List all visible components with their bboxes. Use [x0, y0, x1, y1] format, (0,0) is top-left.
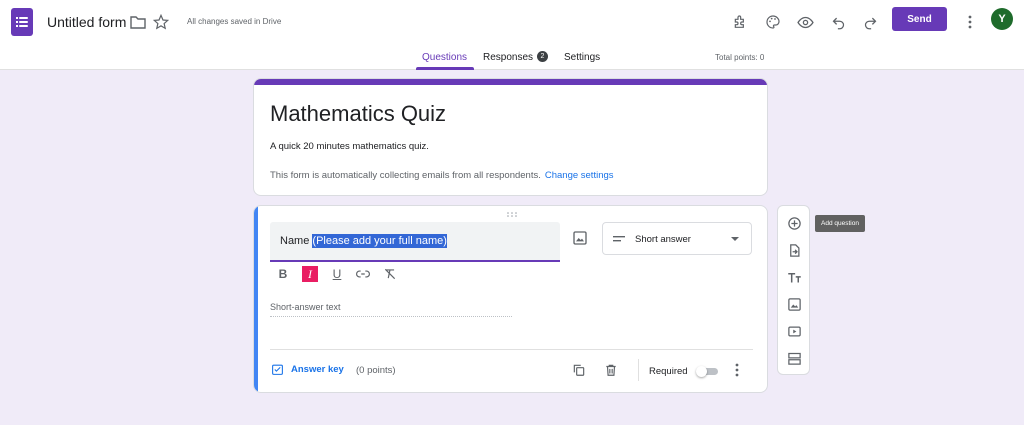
- question-title-selection: (Please add your full name): [312, 234, 447, 248]
- undo-icon[interactable]: [829, 13, 847, 31]
- add-image-icon[interactable]: [572, 230, 588, 246]
- active-tab-indicator: [416, 67, 474, 70]
- palette-icon[interactable]: [764, 13, 782, 31]
- send-button[interactable]: Send: [892, 7, 947, 31]
- preview-eye-icon[interactable]: [796, 13, 814, 31]
- folder-icon[interactable]: [129, 13, 147, 31]
- question-points: (0 points): [356, 365, 396, 376]
- bold-icon[interactable]: B: [275, 266, 291, 282]
- total-points: Total points: 0: [715, 53, 765, 62]
- add-question-icon[interactable]: [786, 215, 803, 232]
- change-settings-link[interactable]: Change settings: [545, 170, 614, 181]
- question-card[interactable]: Name (Please add your full name) Short a…: [253, 205, 768, 393]
- short-answer-icon: [613, 236, 625, 242]
- required-toggle[interactable]: [696, 366, 720, 377]
- theme-accent-bar: [254, 79, 767, 85]
- email-collection-note: This form is automatically collecting em…: [270, 170, 614, 181]
- email-note-text: This form is automatically collecting em…: [270, 170, 541, 181]
- question-type-label: Short answer: [635, 234, 691, 245]
- question-title-text: Name (Please add your full name): [280, 234, 447, 248]
- dropdown-arrow-icon: [731, 237, 739, 241]
- redo-icon[interactable]: [861, 13, 879, 31]
- duplicate-icon[interactable]: [572, 363, 586, 377]
- quiz-title[interactable]: Mathematics Quiz: [270, 101, 446, 127]
- clear-formatting-icon[interactable]: [382, 266, 398, 282]
- side-toolbar: [777, 205, 810, 375]
- answer-key-icon[interactable]: [271, 363, 284, 376]
- tab-responses[interactable]: Responses: [483, 52, 533, 63]
- answer-key-button[interactable]: Answer key: [291, 364, 344, 375]
- account-avatar[interactable]: Y: [991, 8, 1013, 30]
- quiz-description[interactable]: A quick 20 minutes mathematics quiz.: [270, 141, 429, 152]
- delete-icon[interactable]: [604, 363, 618, 377]
- tab-questions[interactable]: Questions: [422, 52, 467, 63]
- required-label: Required: [649, 366, 688, 377]
- addons-puzzle-icon[interactable]: [731, 13, 749, 31]
- underline-icon[interactable]: U: [329, 266, 345, 282]
- add-question-tooltip: Add question: [815, 215, 865, 232]
- tab-settings[interactable]: Settings: [564, 52, 600, 63]
- import-questions-icon[interactable]: [786, 242, 803, 259]
- more-vert-icon[interactable]: [961, 13, 979, 31]
- toggle-knob: [696, 366, 707, 377]
- question-footer-divider: [270, 349, 753, 350]
- more-options-icon[interactable]: [734, 363, 740, 377]
- question-title-plain: Name: [280, 235, 310, 247]
- save-status: All changes saved in Drive: [187, 17, 282, 26]
- add-image-side-icon[interactable]: [786, 296, 803, 313]
- responses-count-badge: 2: [537, 51, 548, 62]
- add-title-description-icon[interactable]: [786, 269, 803, 286]
- add-section-icon[interactable]: [786, 350, 803, 367]
- short-answer-placeholder: Short-answer text: [270, 302, 512, 317]
- question-type-select[interactable]: Short answer: [602, 222, 752, 255]
- app-header: Untitled form All changes saved in Drive…: [0, 0, 1024, 70]
- italic-icon[interactable]: I: [302, 266, 318, 282]
- form-title-card[interactable]: Mathematics Quiz A quick 20 minutes math…: [253, 78, 768, 196]
- add-video-icon[interactable]: [786, 323, 803, 340]
- form-title[interactable]: Untitled form: [47, 14, 126, 30]
- star-icon[interactable]: [152, 13, 170, 31]
- forms-app-icon[interactable]: [11, 8, 33, 36]
- active-question-indicator: [254, 206, 258, 392]
- drag-handle-icon[interactable]: [507, 212, 517, 217]
- question-title-input[interactable]: Name (Please add your full name): [270, 222, 560, 262]
- link-icon[interactable]: [355, 266, 371, 282]
- footer-vertical-divider: [638, 359, 639, 381]
